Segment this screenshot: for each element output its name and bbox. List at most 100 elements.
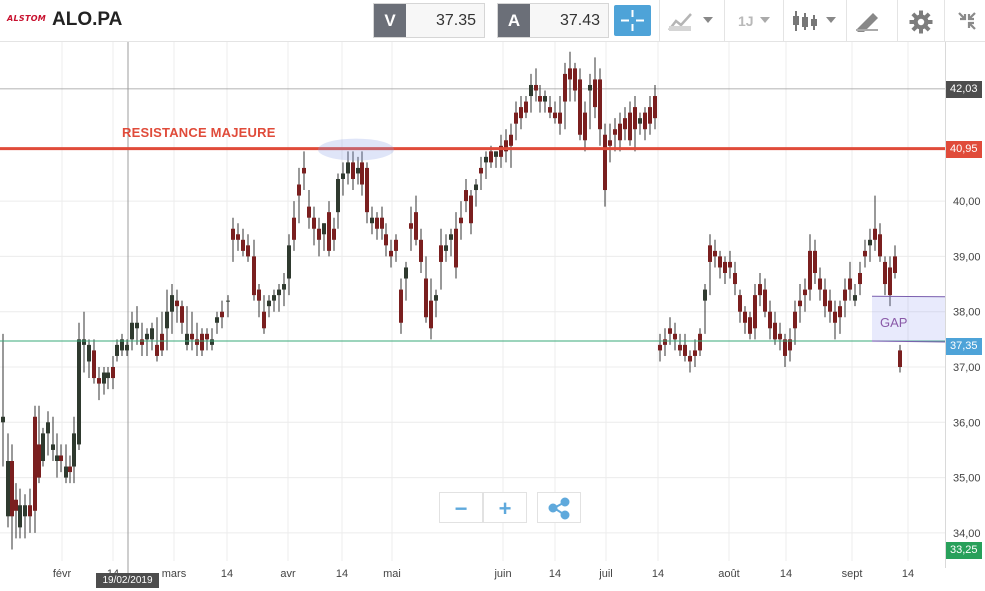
trading-app: ALSTOM ALO.PA V 37.35 A 37.43 1J févr ma… — [0, 0, 985, 591]
candle-body — [608, 140, 612, 146]
toolbar-divider — [944, 0, 945, 42]
candle-body — [180, 306, 184, 323]
candle-body — [818, 278, 822, 290]
y-tick-label: 35,00 — [953, 473, 981, 485]
x-tick-label: 14 — [780, 568, 792, 580]
candle-body — [365, 167, 369, 213]
chart-type-menu[interactable] — [667, 0, 719, 42]
candle-body — [603, 134, 607, 191]
candle-body — [538, 96, 542, 102]
drawing-tools-button[interactable] — [853, 0, 893, 42]
candle-style-menu[interactable] — [790, 0, 842, 42]
candle-body — [205, 333, 209, 340]
candle-body — [633, 107, 637, 130]
zoom-out-button[interactable]: − — [439, 492, 483, 523]
candle-body — [356, 167, 360, 174]
candle-body — [863, 250, 867, 257]
candle-body — [683, 344, 687, 356]
candle-body — [370, 217, 374, 224]
candle-body — [384, 234, 388, 246]
candle-body — [346, 162, 350, 174]
candle-body — [474, 184, 478, 191]
candle-body — [37, 444, 41, 478]
candle-body — [534, 84, 538, 91]
candle-body — [509, 134, 513, 146]
y-tick-label: 36,00 — [953, 417, 981, 429]
candle-body — [302, 167, 306, 174]
candle-body — [360, 162, 364, 185]
candle-body — [758, 284, 762, 296]
candle-body — [638, 118, 642, 124]
candle-body — [429, 300, 433, 329]
candle-body — [673, 333, 677, 340]
sell-price-button[interactable]: V 37.35 — [373, 3, 485, 38]
candle-body — [813, 250, 817, 273]
zoom-in-button[interactable]: + — [483, 492, 527, 523]
interval-label: 1J — [738, 13, 754, 29]
candle-body — [257, 289, 261, 301]
x-tick-label: juil — [598, 568, 612, 580]
candle-body — [783, 339, 787, 356]
candle-body — [843, 289, 847, 301]
candle-body — [351, 162, 355, 179]
candle-body — [648, 107, 652, 124]
interval-menu[interactable]: 1J — [732, 0, 780, 42]
x-tick-label: 14 — [221, 568, 233, 580]
candle-body — [190, 333, 194, 340]
resistance-price-tag: 40,95 — [946, 141, 982, 158]
candle-body — [868, 239, 872, 246]
share-button[interactable] — [537, 492, 581, 523]
candle-body — [524, 101, 528, 113]
resistance-highlight — [318, 138, 394, 161]
candle-body — [484, 156, 488, 163]
candle-body — [1, 416, 5, 423]
gap-label: GAP — [880, 315, 908, 330]
candle-body — [28, 505, 32, 517]
candle-body — [708, 245, 712, 262]
share-icon — [548, 497, 570, 520]
candle-body — [102, 372, 106, 384]
candle-body — [434, 295, 438, 301]
collapse-button[interactable] — [950, 0, 985, 42]
candle-body — [469, 195, 473, 224]
candle-body — [68, 466, 72, 473]
candle-body — [828, 300, 832, 312]
y-tick-label: 40,00 — [953, 196, 981, 208]
candle-body — [883, 261, 887, 285]
candle-body — [464, 190, 468, 202]
buy-price-button[interactable]: A 37.43 — [497, 3, 609, 38]
candle-body — [588, 84, 592, 91]
x-tick-label: 14 — [336, 568, 348, 580]
candle-body — [618, 123, 622, 141]
candle-body — [529, 84, 533, 97]
crosshair-button[interactable] — [614, 5, 651, 36]
candle-body — [733, 272, 737, 285]
candle-body — [72, 433, 76, 467]
candle-body — [327, 212, 331, 251]
candle-body — [399, 289, 403, 323]
candle-body — [236, 234, 240, 240]
candle-body — [292, 217, 296, 240]
candle-body — [246, 245, 250, 257]
candle-body — [200, 333, 204, 351]
company-logo: ALSTOM — [7, 14, 47, 23]
gear-icon — [909, 10, 933, 34]
candle-body — [409, 223, 413, 229]
candle-body — [262, 311, 266, 329]
candle-body — [439, 245, 443, 262]
toolbar: ALSTOM ALO.PA V 37.35 A 37.43 1J — [0, 0, 985, 42]
minus-icon: − — [454, 496, 468, 521]
candle-body — [231, 228, 235, 240]
candle-body — [728, 261, 732, 268]
chevron-down-icon — [760, 17, 770, 23]
candle-body — [220, 311, 224, 318]
candle-body — [723, 261, 727, 273]
candle-body — [558, 112, 562, 124]
candle-body — [748, 317, 752, 334]
candle-body — [678, 344, 682, 351]
settings-button[interactable] — [903, 0, 941, 42]
candle-body — [424, 278, 428, 318]
high-price-tag: 42,03 — [946, 81, 982, 98]
instrument-symbol: ALO.PA — [52, 9, 123, 30]
candle-body — [14, 499, 18, 511]
